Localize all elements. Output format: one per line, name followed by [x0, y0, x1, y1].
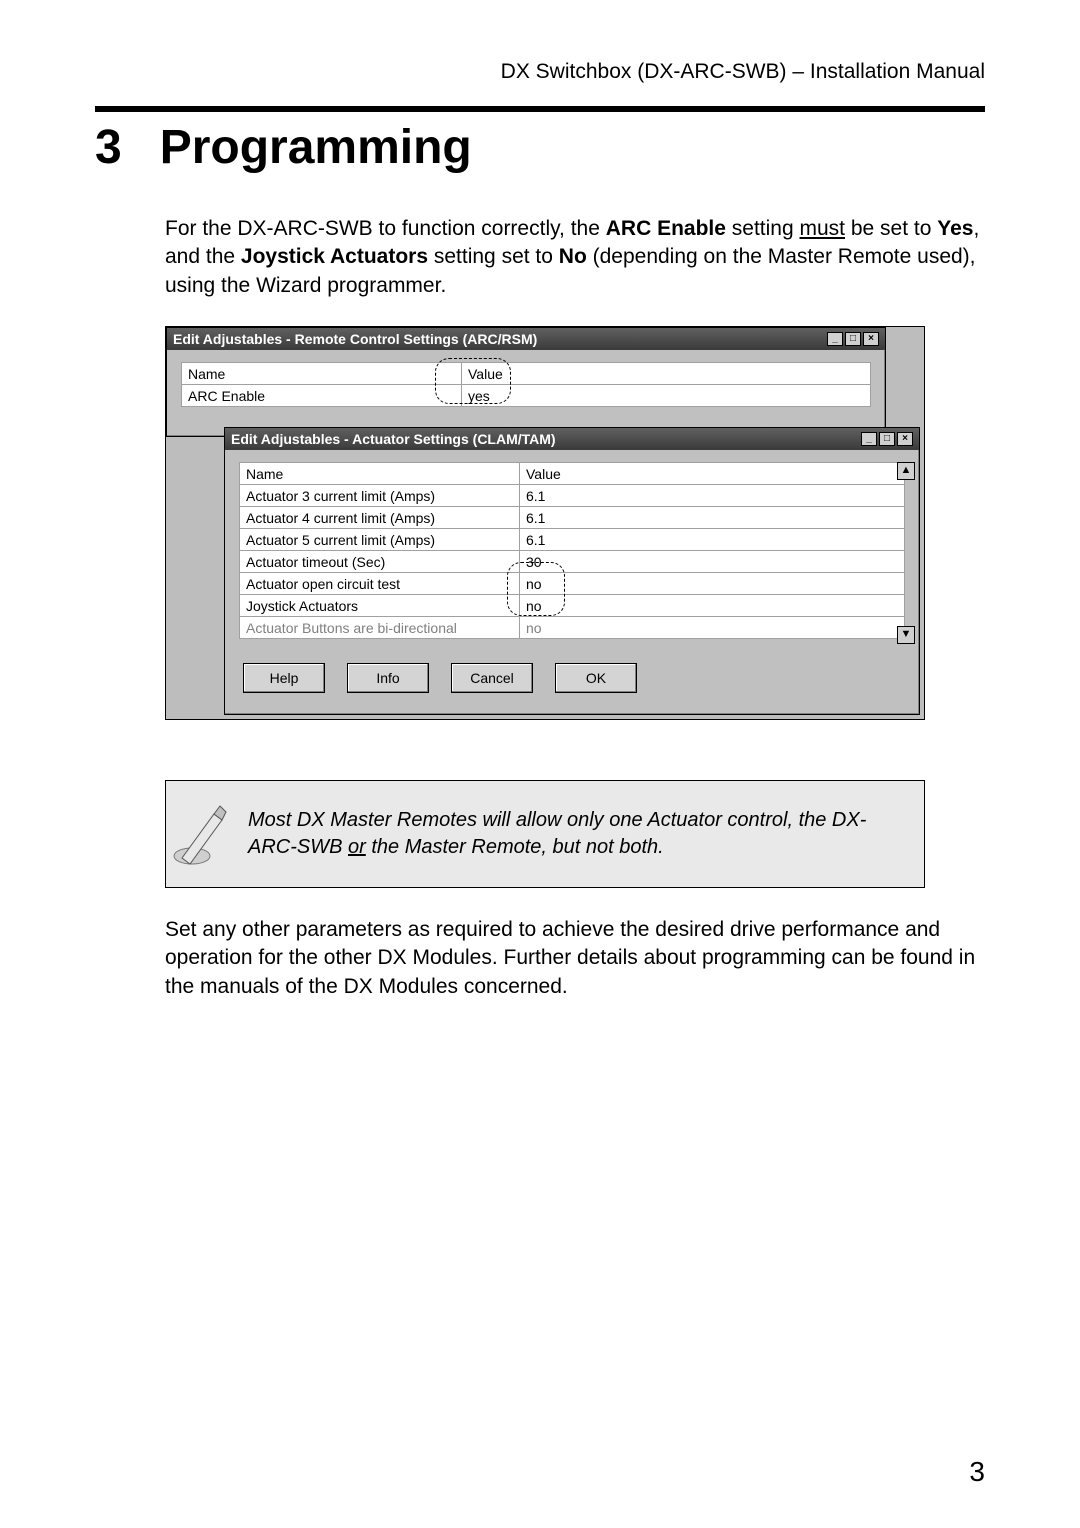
- cell-value[interactable]: 6.1: [520, 529, 905, 551]
- chapter-title: Programming: [160, 120, 472, 175]
- window-controls: _ □ ×: [861, 432, 913, 446]
- close-button[interactable]: ×: [897, 432, 913, 446]
- intro-bold-arc-enable: ARC Enable: [606, 217, 726, 240]
- col-name: Name: [240, 463, 520, 485]
- cell-name: Actuator open circuit test: [240, 573, 520, 595]
- page-header: DX Switchbox (DX-ARC-SWB) – Installation…: [95, 60, 985, 84]
- wizard-screenshot: Edit Adjustables - Remote Control Settin…: [165, 326, 925, 720]
- note-text-part: the Master Remote, but not both.: [366, 836, 664, 858]
- col-value: Value: [520, 463, 905, 485]
- table-area: Name Value ARC Enable yes: [167, 350, 885, 417]
- table-row: ARC Enable yes: [182, 385, 871, 407]
- page-number: 3: [969, 1456, 985, 1488]
- titlebar: Edit Adjustables - Remote Control Settin…: [167, 328, 885, 350]
- col-name: Name: [182, 363, 462, 385]
- intro-bold-yes: Yes: [937, 217, 973, 240]
- table-row: Actuator open circuit testno: [240, 573, 905, 595]
- cell-name: Joystick Actuators: [240, 595, 520, 617]
- settings-table: Name Value ARC Enable yes: [181, 362, 871, 407]
- cell-value[interactable]: yes: [462, 385, 871, 407]
- cell-value: no: [520, 617, 905, 639]
- table-row: Actuator timeout (Sec)30: [240, 551, 905, 573]
- maximize-button[interactable]: □: [879, 432, 895, 446]
- close-button[interactable]: ×: [863, 332, 879, 346]
- chapter-heading: 3 Programming: [95, 120, 985, 175]
- intro-text: setting set to: [428, 245, 559, 268]
- divider: [95, 106, 985, 112]
- chapter-number: 3: [95, 120, 122, 175]
- cancel-button[interactable]: Cancel: [451, 663, 533, 693]
- table-row: Actuator 3 current limit (Amps)6.1: [240, 485, 905, 507]
- scroll-down-button[interactable]: ▼: [897, 626, 915, 644]
- intro-text: be set to: [845, 217, 937, 240]
- help-button[interactable]: Help: [243, 663, 325, 693]
- titlebar: Edit Adjustables - Actuator Settings (CL…: [225, 428, 919, 450]
- minimize-button[interactable]: _: [827, 332, 843, 346]
- intro-underline-must: must: [799, 217, 845, 240]
- intro-bold-no: No: [559, 245, 587, 268]
- cell-name: Actuator 4 current limit (Amps): [240, 507, 520, 529]
- col-value: Value: [462, 363, 871, 385]
- info-button[interactable]: Info: [347, 663, 429, 693]
- button-row: Help Info Cancel OK: [225, 649, 919, 705]
- cell-name: Actuator 5 current limit (Amps): [240, 529, 520, 551]
- intro-bold-joystick: Joystick Actuators: [241, 245, 428, 268]
- window-title: Edit Adjustables - Actuator Settings (CL…: [231, 431, 556, 447]
- scroll-up-button[interactable]: ▲: [897, 462, 915, 480]
- table-area: Name Value Actuator 3 current limit (Amp…: [225, 450, 919, 649]
- window-title: Edit Adjustables - Remote Control Settin…: [173, 331, 537, 347]
- cell-name: Actuator timeout (Sec): [240, 551, 520, 573]
- window-controls: _ □ ×: [827, 332, 879, 346]
- intro-text: setting: [726, 217, 800, 240]
- table-row: Joystick Actuatorsno: [240, 595, 905, 617]
- cell-value[interactable]: no: [520, 573, 905, 595]
- pen-note-icon: [170, 791, 230, 877]
- note-text: Most DX Master Remotes will allow only o…: [248, 807, 908, 861]
- cell-name: Actuator 3 current limit (Amps): [240, 485, 520, 507]
- cell-value[interactable]: 6.1: [520, 507, 905, 529]
- table-row: Actuator 5 current limit (Amps)6.1: [240, 529, 905, 551]
- table-header-row: Name Value: [240, 463, 905, 485]
- outro-paragraph: Set any other parameters as required to …: [165, 916, 985, 1001]
- ok-button[interactable]: OK: [555, 663, 637, 693]
- cell-name: ARC Enable: [182, 385, 462, 407]
- note-underline-or: or: [348, 836, 366, 858]
- cell-name: Actuator Buttons are bi-directional: [240, 617, 520, 639]
- table-header-row: Name Value: [182, 363, 871, 385]
- cell-value[interactable]: 6.1: [520, 485, 905, 507]
- window-arc-rsm: Edit Adjustables - Remote Control Settin…: [166, 327, 886, 437]
- intro-text: For the DX-ARC-SWB to function correctly…: [165, 217, 606, 240]
- window-clam-tam: Edit Adjustables - Actuator Settings (CL…: [224, 427, 920, 715]
- minimize-button[interactable]: _: [861, 432, 877, 446]
- table-row: Actuator Buttons are bi-directionalno: [240, 617, 905, 639]
- maximize-button[interactable]: □: [845, 332, 861, 346]
- note-box: Most DX Master Remotes will allow only o…: [165, 780, 925, 888]
- settings-table: Name Value Actuator 3 current limit (Amp…: [239, 462, 905, 639]
- table-row: Actuator 4 current limit (Amps)6.1: [240, 507, 905, 529]
- cell-value[interactable]: 30: [520, 551, 905, 573]
- cell-value[interactable]: no: [520, 595, 905, 617]
- intro-paragraph: For the DX-ARC-SWB to function correctly…: [165, 215, 985, 300]
